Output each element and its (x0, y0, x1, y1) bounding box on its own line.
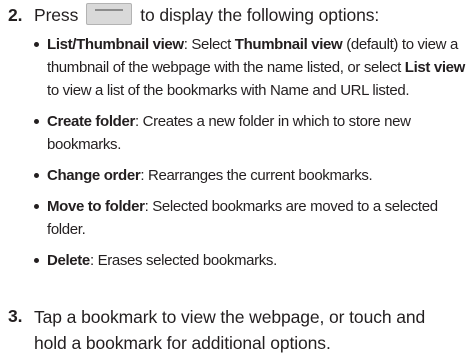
option-description: : Erases selected bookmarks. (89, 252, 277, 269)
option-description: : Select (183, 36, 235, 53)
option-term: Move to folder (47, 198, 145, 215)
option-term: Delete (47, 252, 90, 269)
option-change-order: Change order: Rearranges the current boo… (32, 164, 472, 187)
bullet-icon (34, 258, 39, 263)
step-2: 2. Press to display the following options… (0, 3, 476, 29)
bullet-icon (34, 204, 39, 209)
option-create-folder: Create folder: Creates a new folder in w… (32, 110, 472, 156)
step-text: Tap a bookmark to view the webpage, or t… (34, 307, 426, 353)
menu-key-icon (86, 3, 133, 26)
option-list-thumbnail-view: List/Thumbnail view: Select Thumbnail vi… (32, 33, 472, 102)
bullet-icon (34, 42, 39, 47)
step-number: 2. (8, 5, 23, 25)
option-description: : Rearranges the current bookmarks. (140, 167, 373, 184)
step-text: Press to display the following options: (34, 3, 474, 27)
step-text-after: to display the following options: (140, 5, 380, 25)
manual-page: 2. Press to display the following options… (0, 0, 476, 359)
option-move-to-folder: Move to folder: Selected bookmarks are m… (32, 195, 472, 241)
bullet-icon (34, 119, 39, 124)
option-description: to view a list of the bookmarks with Nam… (47, 82, 410, 99)
step-number: 3. (8, 306, 23, 326)
option-term: Create folder (47, 113, 135, 130)
option-term: List/Thumbnail view (47, 36, 184, 53)
options-list: List/Thumbnail view: Select Thumbnail vi… (32, 33, 472, 280)
bullet-icon (34, 173, 39, 178)
step-text-before: Press (34, 5, 79, 25)
option-delete: Delete: Erases selected bookmarks. (32, 249, 472, 272)
option-term: Thumbnail view (234, 36, 343, 53)
option-term: Change order (47, 167, 141, 184)
step-3: 3. Tap a bookmark to view the webpage, o… (0, 304, 476, 356)
option-term: List view (404, 59, 466, 76)
